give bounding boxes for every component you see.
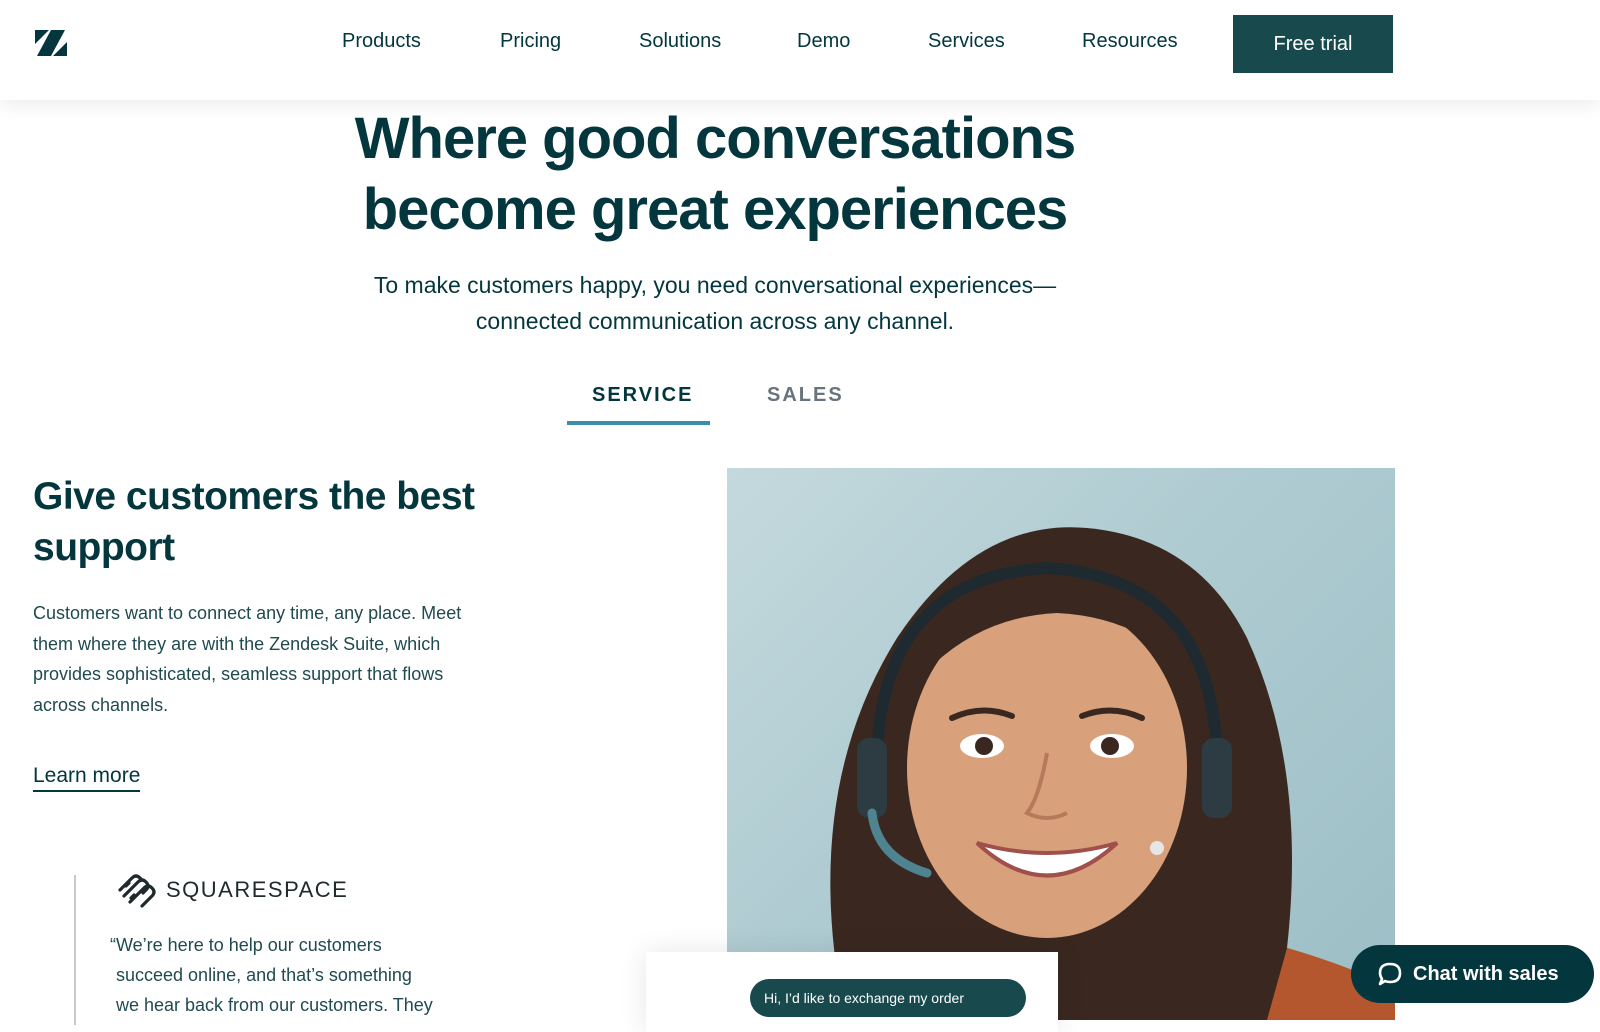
agent-illustration <box>830 527 1395 1020</box>
quote-line: succeed online, and that’s something <box>116 965 412 985</box>
chat-preview-card: Hi, I’d like to exchange my order <box>646 952 1058 1032</box>
free-trial-button[interactable]: Free trial <box>1233 15 1393 73</box>
hero-subtitle-line: To make customers happy, you need conver… <box>373 272 1057 298</box>
site-header: Products Pricing Solutions Demo Services… <box>0 0 1600 100</box>
section-body: Customers want to connect any time, any … <box>33 603 462 715</box>
quote-line: we hear back from our customers. They <box>116 995 433 1015</box>
chat-message-bubble: Hi, I’d like to exchange my order <box>750 979 1026 1017</box>
section-title: Give customers the best support <box>33 475 475 569</box>
zendesk-logo[interactable] <box>35 30 67 56</box>
hero-title-line: Where good conversations <box>354 106 1076 171</box>
nav-pricing[interactable]: Pricing <box>500 30 561 53</box>
chat-bubble-icon <box>1378 962 1402 986</box>
nav-services[interactable]: Services <box>928 30 1005 53</box>
squarespace-logo-icon <box>118 874 156 908</box>
testimonial-quote: “We’re here to help our customers succee… <box>110 930 490 1020</box>
tab-service[interactable]: SERVICE <box>592 384 693 407</box>
nav-demo[interactable]: Demo <box>797 30 850 53</box>
quote-line: “We’re here to help our customers <box>110 935 382 955</box>
learn-more-link[interactable]: Learn more <box>33 764 141 792</box>
hero-title-line: become great experiences <box>362 177 1069 242</box>
hero-subtitle-line: connected communication across any chann… <box>475 308 955 334</box>
agent-photo <box>727 468 1395 1020</box>
nav-solutions[interactable]: Solutions <box>639 30 721 53</box>
nav-resources[interactable]: Resources <box>1082 30 1178 53</box>
testimonial-brand: SQUARESPACE <box>166 877 349 902</box>
quote-divider <box>74 875 76 1025</box>
chat-with-sales-button[interactable]: Chat with sales <box>1351 945 1594 1003</box>
tab-sales[interactable]: SALES <box>767 384 844 407</box>
nav-products[interactable]: Products <box>342 30 421 53</box>
hero-title: Where good conversations become great ex… <box>0 103 1430 245</box>
active-tab-indicator <box>567 421 710 425</box>
hero-subtitle: To make customers happy, you need conver… <box>0 267 1430 339</box>
chat-with-sales-label: Chat with sales <box>1413 962 1559 985</box>
